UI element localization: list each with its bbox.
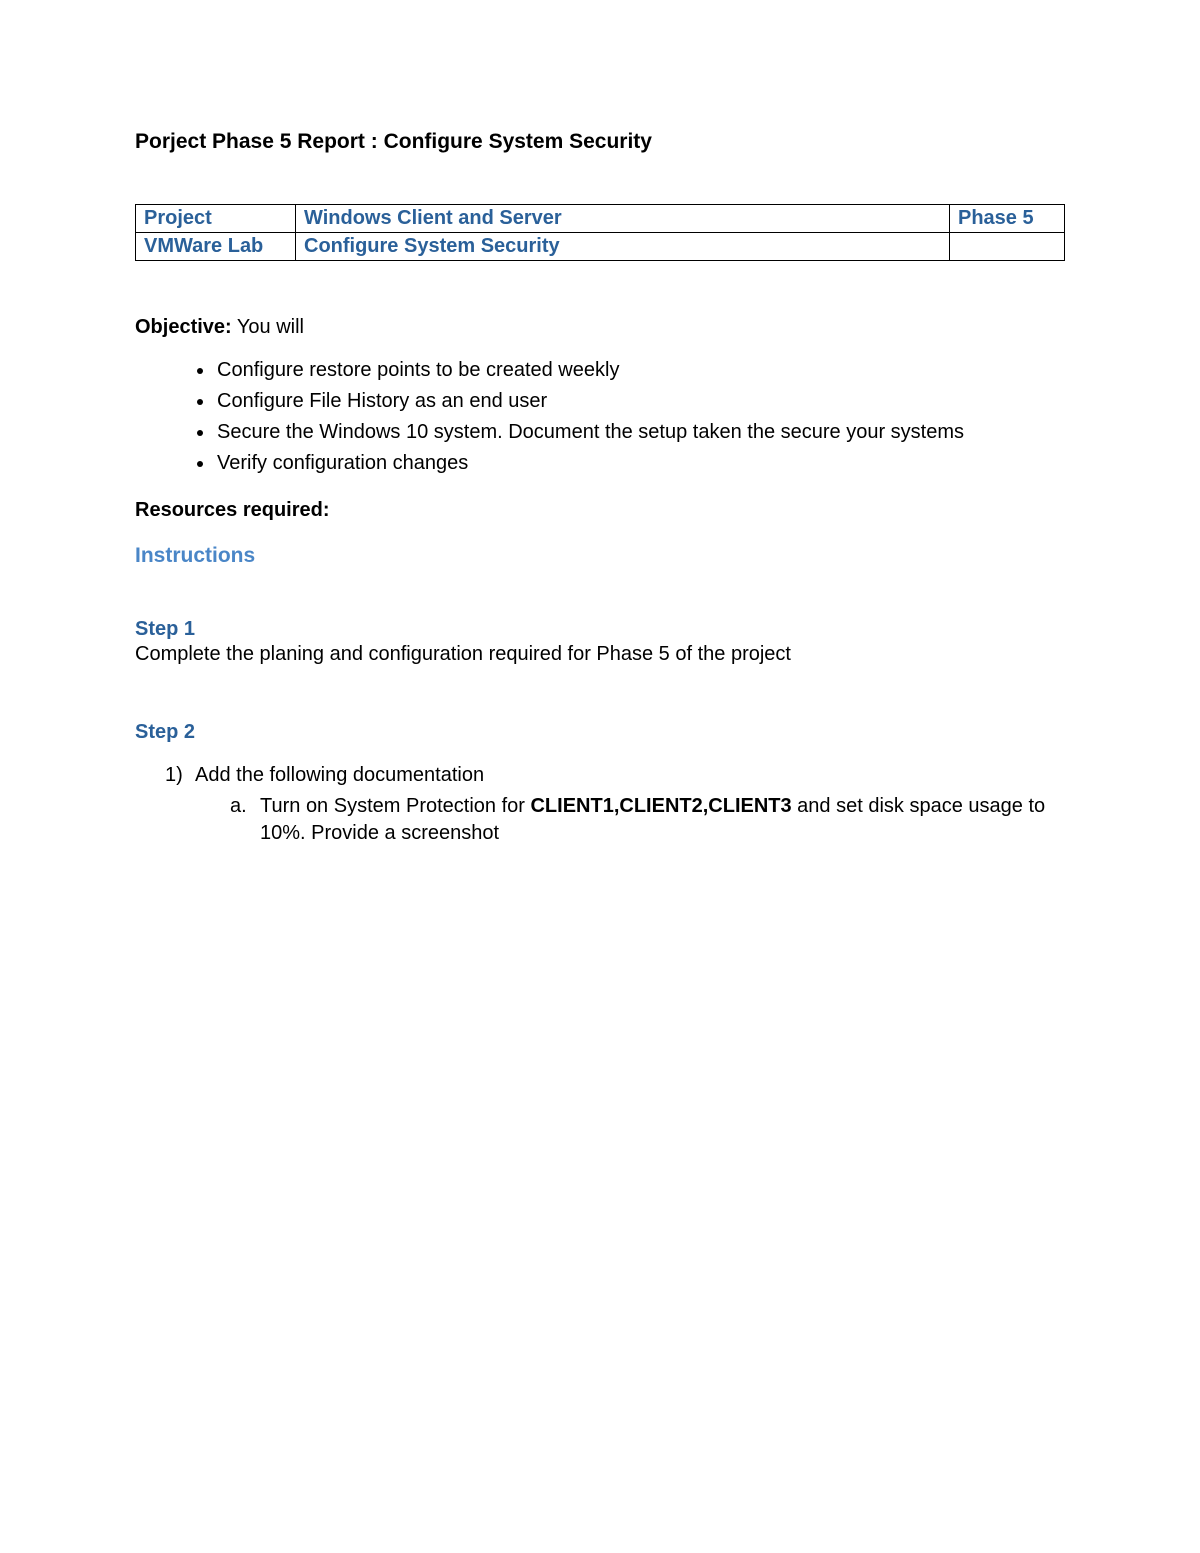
lettered-item: a. Turn on System Protection for CLIENT1…: [230, 793, 1065, 847]
table-cell-lab-label: VMWare Lab: [136, 233, 296, 261]
objective-line: Objective: You will: [135, 316, 1065, 339]
objective-label: Objective:: [135, 316, 232, 338]
item-number: 1): [165, 764, 195, 787]
info-table: Project Windows Client and Server Phase …: [135, 204, 1065, 261]
list-item: Configure restore points to be created w…: [215, 357, 1065, 384]
table-row: VMWare Lab Configure System Security: [136, 233, 1065, 261]
item-text: Add the following documentation: [195, 764, 484, 787]
sub-item-pre: Turn on System Protection for: [260, 795, 530, 817]
list-item: Configure File History as an end user: [215, 388, 1065, 415]
step2-block: Step 2 1) Add the following documentatio…: [135, 721, 1065, 847]
step1-heading: Step 1: [135, 618, 1065, 641]
document-title: Porject Phase 5 Report : Configure Syste…: [135, 130, 1065, 154]
table-cell-lab-value: Configure System Security: [296, 233, 950, 261]
list-item: Verify configuration changes: [215, 450, 1065, 477]
table-cell-project-label: Project: [136, 205, 296, 233]
table-cell-empty: [950, 233, 1065, 261]
lettered-list: a. Turn on System Protection for CLIENT1…: [230, 793, 1065, 847]
objective-list: Configure restore points to be created w…: [215, 357, 1065, 477]
step1-text: Complete the planing and configuration r…: [135, 643, 1065, 666]
numbered-item: 1) Add the following documentation: [165, 764, 1065, 787]
instructions-heading: Instructions: [135, 544, 1065, 568]
resources-required-label: Resources required:: [135, 499, 1065, 522]
sub-item-text: Turn on System Protection for CLIENT1,CL…: [260, 793, 1065, 847]
sub-item-bold: CLIENT1,CLIENT2,CLIENT3: [530, 795, 791, 817]
item-letter: a.: [230, 793, 260, 847]
table-cell-phase: Phase 5: [950, 205, 1065, 233]
table-cell-project-value: Windows Client and Server: [296, 205, 950, 233]
table-row: Project Windows Client and Server Phase …: [136, 205, 1065, 233]
numbered-list: 1) Add the following documentation: [165, 764, 1065, 787]
list-item: Secure the Windows 10 system. Document t…: [215, 419, 1065, 446]
step1-block: Step 1 Complete the planing and configur…: [135, 618, 1065, 666]
step2-heading: Step 2: [135, 721, 1065, 744]
objective-tail: You will: [232, 316, 304, 338]
